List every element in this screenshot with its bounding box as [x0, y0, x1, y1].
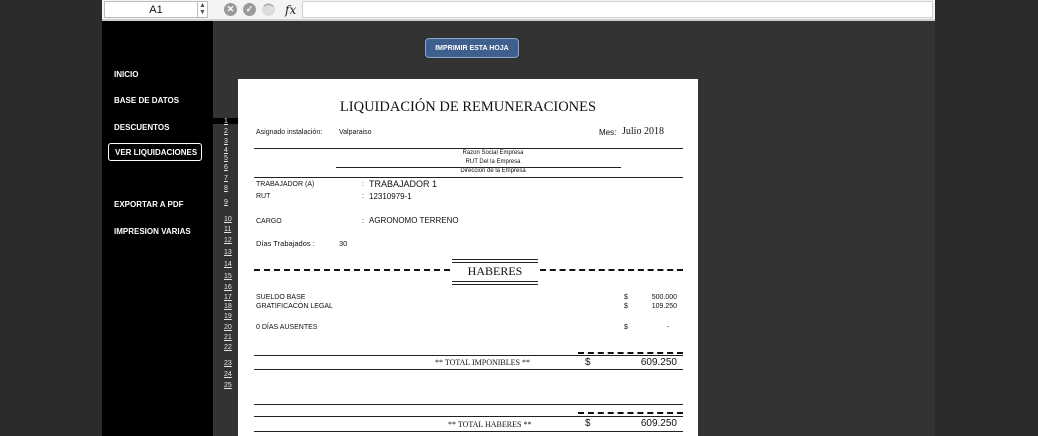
row-header[interactable]: 5 — [224, 155, 228, 162]
row-header[interactable]: 4 — [224, 147, 228, 154]
nav-ver-liquidaciones-label: VER LIQUIDACIONES — [115, 147, 198, 157]
row-header[interactable]: 22 — [224, 344, 232, 351]
haberes-title: HABERES — [467, 264, 523, 278]
row-header[interactable]: 9 — [224, 199, 228, 206]
row-header[interactable]: 18 — [224, 303, 232, 310]
sidebar: INICIO BASE DE DATOS DESCUENTOS VER LIQU… — [102, 21, 213, 436]
dashed-divider — [578, 412, 683, 414]
rut-value: 12310979-1 — [369, 192, 412, 201]
row-header[interactable]: 23 — [224, 360, 232, 367]
row-header[interactable]: 11 — [224, 226, 231, 233]
divider — [452, 284, 538, 285]
total-haberes-label: ** TOTAL HABERES ** — [448, 420, 532, 429]
row-header[interactable]: 21 — [224, 334, 232, 341]
total-haberes-currency: $ — [585, 418, 591, 429]
rut-label: RUT — [256, 193, 271, 200]
dashed-divider — [540, 269, 683, 271]
row-header[interactable]: 8 — [224, 185, 228, 192]
row-header[interactable]: 12 — [224, 237, 232, 244]
rut-empresa: RUT Del la Empresa — [465, 159, 521, 165]
nav-exportar-pdf[interactable]: EXPORTAR A PDF — [114, 200, 183, 209]
fx-icon[interactable]: fx — [285, 3, 296, 17]
direccion-empresa: Direccion de la Empresa — [460, 168, 526, 174]
row-header[interactable]: 7 — [224, 175, 228, 182]
item-currency: $ — [624, 324, 628, 331]
cargo-value: AGRONOMO TERRENO — [369, 216, 459, 225]
nav-inicio[interactable]: INICIO — [114, 70, 138, 79]
asignado-value: Valparaiso — [339, 129, 372, 136]
formula-input[interactable] — [302, 1, 933, 18]
divider — [254, 355, 683, 356]
divider — [254, 431, 683, 432]
row-header[interactable]: 3 — [224, 138, 228, 145]
total-imponibles-value: 609.250 — [640, 357, 677, 368]
nav-descuentos[interactable]: DESCUENTOS — [114, 123, 169, 132]
divider — [254, 416, 683, 417]
left-frame — [0, 0, 102, 436]
divider — [452, 262, 538, 263]
cancel-icon[interactable]: ✕ — [224, 3, 237, 16]
row-header[interactable]: 10 — [224, 216, 232, 223]
row-header[interactable]: 2 — [224, 128, 228, 135]
confirm-icon[interactable]: ✓ — [243, 3, 256, 16]
right-frame — [935, 0, 1038, 436]
divider — [254, 177, 683, 178]
divider — [254, 404, 683, 405]
payslip-sheet: LIQUIDACIÓN DE REMUNERACIONES Asignado i… — [238, 79, 698, 436]
total-haberes-value: 609.250 — [640, 418, 677, 429]
divider — [254, 148, 683, 149]
row-header[interactable]: 25 — [224, 382, 232, 389]
name-box[interactable]: A1 ▲ ▼ — [104, 1, 208, 18]
dashed-divider — [578, 352, 683, 354]
item-currency: $ — [624, 294, 628, 301]
row-header[interactable]: 19 — [224, 313, 232, 320]
dashed-divider — [254, 269, 450, 271]
nav-ver-liquidaciones[interactable]: VER LIQUIDACIONES — [108, 143, 202, 161]
item-currency: $ — [624, 303, 628, 310]
nav-base-de-datos[interactable]: BASE DE DATOS — [114, 96, 179, 105]
row-header[interactable]: 1 — [224, 118, 228, 125]
divider — [452, 259, 538, 260]
item-amount-gratificacion: 109.250 — [651, 303, 677, 310]
divider — [452, 281, 538, 282]
function-wizard-icon[interactable]: ⌒ — [262, 3, 275, 16]
cell-reference: A1 — [149, 3, 163, 16]
print-sheet-button[interactable]: IMPRIMIR ESTA HOJA — [425, 38, 519, 58]
mes-label: Mes: — [599, 128, 617, 137]
row-header[interactable]: 14 — [224, 261, 232, 268]
name-box-stepper-icon[interactable]: ▲ ▼ — [197, 2, 207, 17]
row-header[interactable]: 15 — [224, 273, 232, 280]
dias-trabajados-value: 30 — [339, 239, 348, 248]
row-header[interactable]: 20 — [224, 324, 232, 331]
row-header[interactable]: 24 — [224, 371, 232, 378]
row-header[interactable]: 6 — [224, 164, 228, 171]
trabajador-label: TRABAJADOR (A) — [256, 181, 315, 188]
item-label-sueldo-base: SUELDO BASE — [256, 294, 306, 301]
row-header[interactable]: 13 — [224, 249, 232, 256]
total-imponibles-label: ** TOTAL IMPONIBLES ** — [435, 358, 530, 367]
row-header[interactable]: 16 — [224, 284, 232, 291]
total-imponibles-currency: $ — [585, 357, 591, 368]
item-label-gratificacion: GRATIFICACÓN LEGAL — [256, 303, 333, 310]
item-label-dias-ausentes: 0 DÍAS AUSENTES — [256, 324, 318, 331]
formula-bar: A1 ▲ ▼ ✕ ✓ ⌒ fx — [102, 0, 935, 21]
item-amount-sueldo-base: 500.000 — [651, 294, 677, 301]
divider — [254, 369, 683, 370]
item-amount-dias-ausentes: - — [666, 324, 669, 331]
asignado-label: Asignado instalación: — [256, 129, 323, 136]
cargo-colon: : — [362, 218, 364, 225]
cargo-label: CARGO — [256, 218, 282, 225]
document-title: LIQUIDACIÓN DE REMUNERACIONES — [339, 99, 597, 115]
mes-value: Julio 2018 — [622, 126, 664, 137]
dias-trabajados-label: Días Trabajados : — [256, 239, 315, 248]
razon-social: Razon Social Empresa — [462, 150, 524, 156]
trabajador-value: TRABAJADOR 1 — [369, 179, 438, 189]
rut-colon: : — [362, 193, 364, 200]
trabajador-colon: : — [362, 181, 364, 188]
row-header[interactable]: 17 — [224, 294, 232, 301]
nav-impresion-varias[interactable]: IMPRESION VARIAS — [114, 227, 191, 236]
